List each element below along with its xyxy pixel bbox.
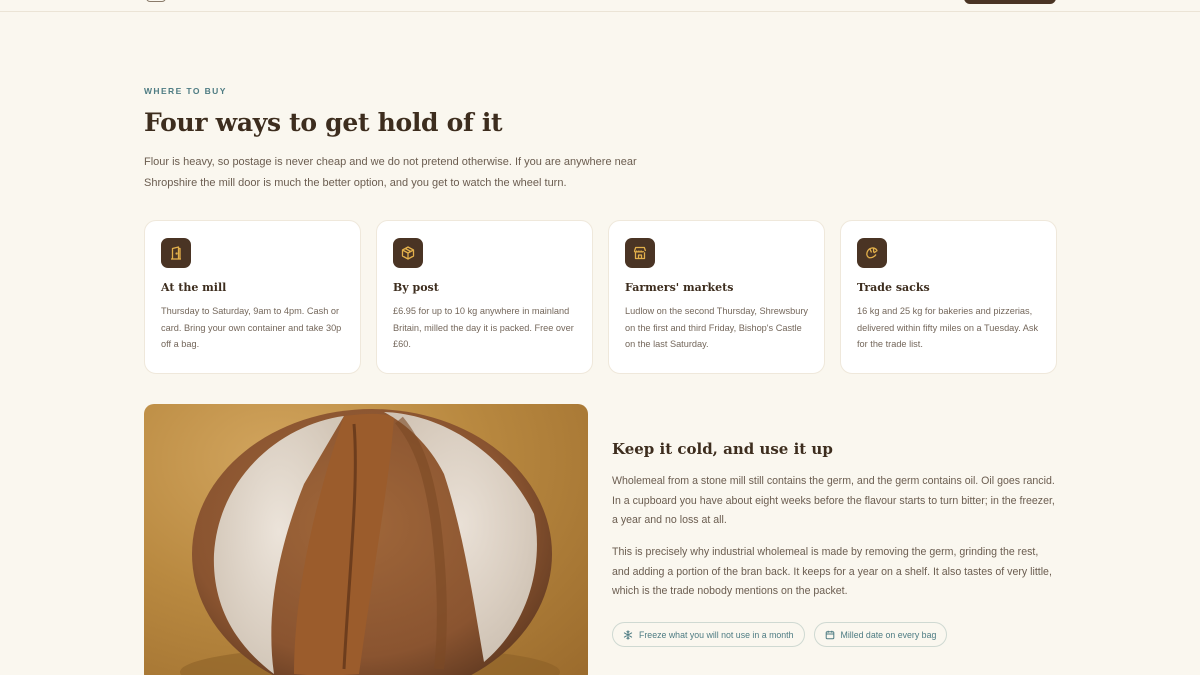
card-at-the-mill: At the mill Thursday to Saturday, 9am to… — [144, 220, 361, 374]
card-title: By post — [393, 281, 439, 294]
card-trade-sacks: Trade sacks 16 kg and 25 kg for bakeries… — [840, 220, 1057, 374]
parcel-icon — [393, 238, 423, 268]
card-title: Trade sacks — [857, 281, 930, 294]
top-navigation-bar — [0, 0, 1200, 12]
calendar-icon — [825, 630, 834, 639]
sourdough-loaf-photo — [144, 404, 588, 675]
storage-tips: Freeze what you will not use in a month … — [612, 622, 948, 647]
storage-paragraph-1: Wholemeal from a stone mill still contai… — [612, 475, 1055, 526]
chip-label: Milled date on every bag — [840, 629, 937, 640]
chip-label: Freeze what you will not use in a month — [639, 629, 794, 640]
storage-paragraph-2: This is precisely why industrial wholeme… — [612, 546, 1052, 597]
card-title: At the mill — [161, 281, 227, 294]
section-heading: Four ways to get hold of it — [144, 108, 503, 137]
croissant-icon — [857, 238, 887, 268]
door-icon — [161, 238, 191, 268]
logo-icon[interactable] — [146, 0, 166, 2]
nav-cta-button[interactable] — [964, 0, 1056, 4]
card-body: 16 kg and 25 kg for bakeries and pizzeri… — [857, 306, 1039, 349]
card-by-post: By post £6.95 for up to 10 kg anywhere i… — [376, 220, 593, 374]
buy-options-cards: At the mill Thursday to Saturday, 9am to… — [144, 220, 1057, 374]
freeze-tip-chip: Freeze what you will not use in a month — [612, 622, 805, 647]
card-farmers-markets: Farmers' markets Ludlow on the second Th… — [608, 220, 825, 374]
card-body: £6.95 for up to 10 kg anywhere in mainla… — [393, 306, 574, 349]
card-body: Ludlow on the second Thursday, Shrewsbur… — [625, 306, 809, 349]
card-title: Farmers' markets — [625, 281, 734, 294]
storage-title: Keep it cold, and use it up — [612, 440, 833, 458]
section-intro: Flour is heavy, so postage is never chea… — [144, 156, 637, 189]
snowflake-icon — [623, 629, 633, 640]
milled-date-chip: Milled date on every bag — [813, 622, 948, 647]
market-stall-icon — [625, 238, 655, 268]
section-eyebrow: WHERE TO BUY — [144, 86, 227, 96]
card-body: Thursday to Saturday, 9am to 4pm. Cash o… — [161, 306, 342, 349]
